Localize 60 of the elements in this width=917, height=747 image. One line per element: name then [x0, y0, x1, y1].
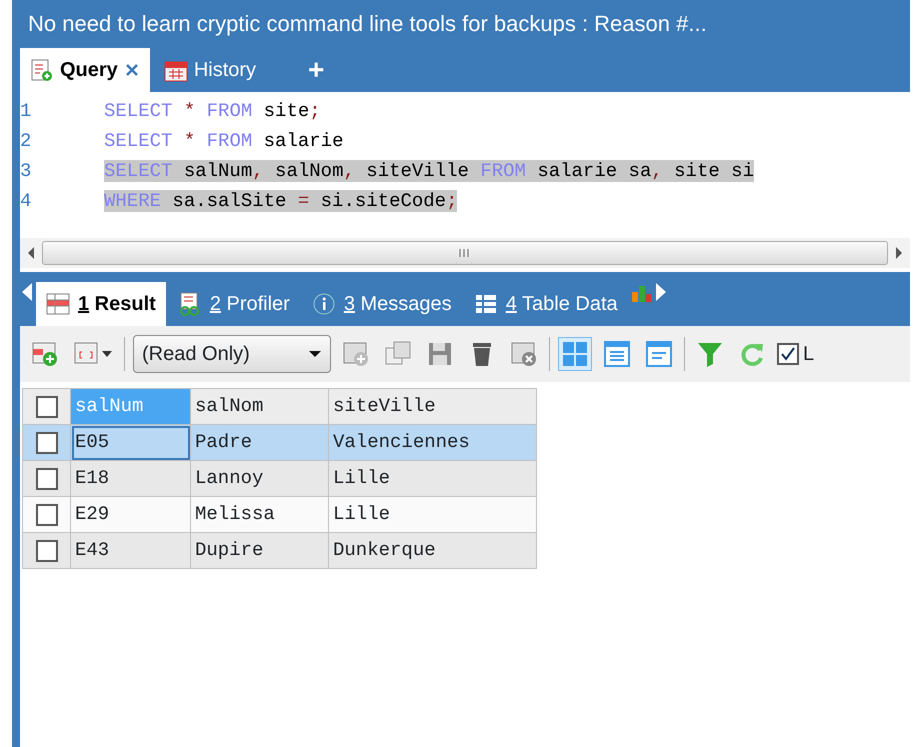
info-icon: [312, 292, 336, 316]
scrollbar-thumb[interactable]: [42, 241, 888, 265]
result-tab[interactable]: 2 Profiler: [168, 282, 300, 326]
table-cell: E18: [70, 460, 190, 496]
table-cell: E29: [70, 496, 190, 532]
table-icon: [46, 292, 70, 316]
filter-icon: [696, 340, 724, 368]
table-cell: Lannoy: [190, 460, 328, 496]
result-tab[interactable]: 3 Messages: [302, 282, 462, 326]
result-tab[interactable]: 1 Result: [36, 282, 166, 326]
caret-icon: [308, 350, 322, 358]
table-cell: E43: [70, 532, 190, 568]
line-number: 2: [20, 128, 32, 154]
save-icon: [426, 340, 454, 368]
result-tab[interactable]: 4 Table Data: [464, 282, 628, 326]
table-cell: Dunkerque: [328, 532, 536, 568]
query-tab[interactable]: History: [154, 48, 266, 92]
view-toggle-button[interactable]: [558, 337, 592, 371]
table-cell: Lille: [328, 460, 536, 496]
table-cell: Melissa: [190, 496, 328, 532]
line-number: 4: [20, 188, 32, 214]
row-checkbox[interactable]: [22, 496, 70, 532]
sql-editor[interactable]: 1 SELECT * FROM site; 2 SELECT * FROM salarie 3 SELECT salNum, salNom, siteVille FROM salarie sa, site si 4 WHERE sa.salSite = si.siteCode;: [20, 92, 910, 272]
horizontal-scrollbar[interactable]: [20, 238, 910, 268]
table-cell: Padre: [190, 424, 328, 460]
form-view-icon: [603, 340, 631, 368]
checkbox-option[interactable]: L: [777, 339, 814, 369]
query-tab[interactable]: Query: [20, 48, 150, 92]
table-add-icon: [31, 340, 59, 368]
row-checkbox[interactable]: [22, 460, 70, 496]
column-header[interactable]: salNom: [190, 388, 328, 424]
add-tab-button[interactable]: +: [300, 48, 332, 92]
code-line: SELECT * FROM salarie: [104, 128, 344, 154]
grid-view-icon: [561, 340, 589, 368]
line-number: 1: [20, 98, 32, 124]
row-checkbox[interactable]: [22, 424, 70, 460]
mode-select[interactable]: (Read Only): [133, 335, 331, 373]
table-cell: Lille: [328, 496, 536, 532]
window-title: No need to learn cryptic command line tools for backups : Reason #...: [27, 10, 708, 38]
line-number: 3: [20, 158, 32, 184]
query-document-icon: [30, 58, 54, 82]
insert-row-icon: [342, 340, 370, 368]
scroll-right-icon[interactable]: [654, 282, 668, 302]
grid-icon: [474, 292, 498, 316]
cancel-icon: [510, 340, 538, 368]
caret-icon: [101, 350, 113, 358]
scroll-right-icon[interactable]: [894, 246, 904, 260]
select-all-checkbox[interactable]: [22, 388, 70, 424]
table-cell: Dupire: [190, 532, 328, 568]
row-checkbox[interactable]: [22, 532, 70, 568]
scroll-left-icon[interactable]: [26, 246, 36, 260]
scroll-left-icon[interactable]: [20, 282, 34, 302]
code-line: SELECT * FROM site;: [104, 98, 321, 124]
checkmark-icon: [780, 346, 796, 362]
text-view-icon: [645, 340, 673, 368]
close-icon[interactable]: [124, 62, 140, 78]
table-cell: E05: [70, 424, 190, 460]
profiler-icon: [178, 292, 202, 316]
column-header[interactable]: siteVille: [328, 388, 536, 424]
table-cell: Valenciennes: [328, 424, 536, 460]
